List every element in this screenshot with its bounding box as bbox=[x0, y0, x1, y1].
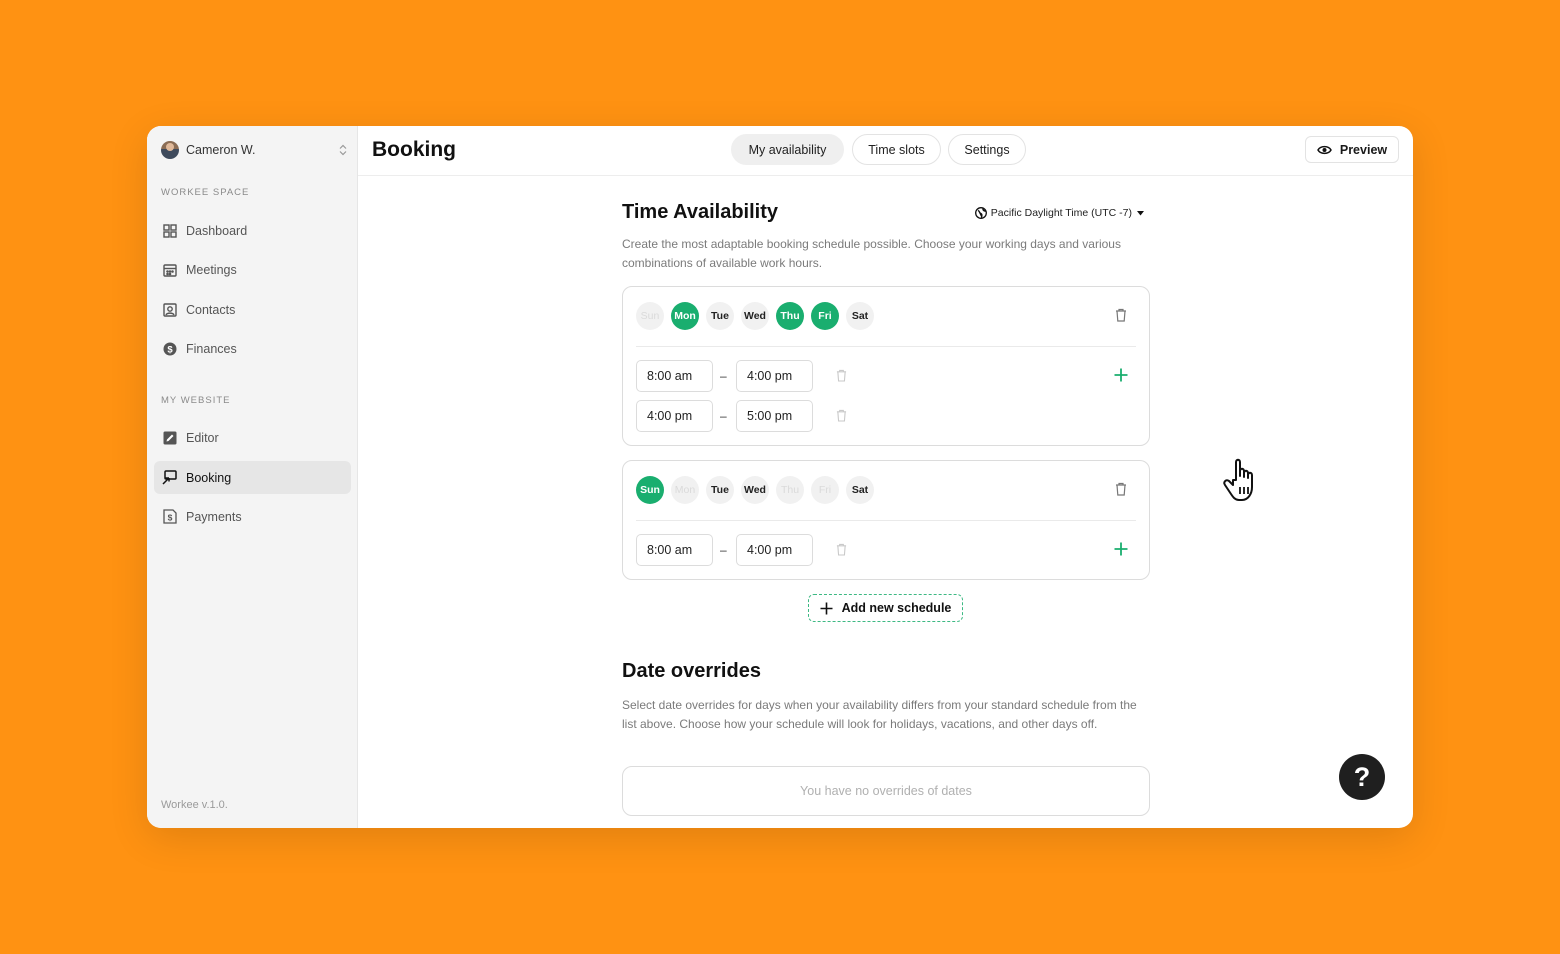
schedule-card: Sun Mon Tue Wed Thu Fri Sat 8:00 am – 4:… bbox=[622, 286, 1150, 446]
top-header: Booking My availability Time slots Setti… bbox=[358, 126, 1413, 176]
end-time-input[interactable]: 4:00 pm bbox=[736, 360, 813, 392]
sidebar-item-label: Meetings bbox=[186, 262, 237, 277]
day-toggle-thu[interactable]: Thu bbox=[776, 476, 804, 504]
tab-settings[interactable]: Settings bbox=[948, 134, 1026, 165]
add-range-plus-icon[interactable] bbox=[1114, 368, 1128, 387]
sidebar-item-label: Editor bbox=[186, 430, 219, 445]
end-time-input[interactable]: 4:00 pm bbox=[736, 534, 813, 566]
day-toggle-sat[interactable]: Sat bbox=[846, 302, 874, 330]
date-overrides-description: Select date overrides for days when your… bbox=[622, 698, 1137, 731]
booking-icon bbox=[162, 470, 177, 485]
hand-pointer-cursor-icon bbox=[1222, 456, 1266, 509]
sidebar-item-label: Contacts bbox=[186, 302, 236, 317]
section-label-my-website: MY WEBSITE bbox=[161, 395, 231, 406]
plus-icon bbox=[820, 602, 833, 615]
start-time-input[interactable]: 4:00 pm bbox=[636, 400, 713, 432]
card-divider bbox=[636, 520, 1136, 521]
contact-icon bbox=[162, 302, 177, 317]
globe-icon bbox=[974, 207, 987, 219]
svg-text:$: $ bbox=[167, 344, 173, 355]
sidebar-item-payments[interactable]: $ Payments bbox=[154, 500, 351, 533]
range-separator: – bbox=[720, 409, 727, 423]
caret-down-icon bbox=[1137, 210, 1144, 215]
tab-my-availability[interactable]: My availability bbox=[731, 134, 844, 165]
sidebar-item-label: Finances bbox=[186, 341, 237, 356]
help-button[interactable]: ? bbox=[1339, 754, 1385, 800]
preview-label: Preview bbox=[1339, 142, 1388, 157]
delete-schedule-trash-icon[interactable] bbox=[1115, 308, 1127, 327]
add-range-plus-icon[interactable] bbox=[1114, 542, 1128, 561]
sidebar-item-finances[interactable]: $ Finances bbox=[154, 332, 351, 365]
day-toggle-fri[interactable]: Fri bbox=[811, 476, 839, 504]
sidebar-item-dashboard[interactable]: Dashboard bbox=[154, 214, 351, 247]
schedule-card: Sun Mon Tue Wed Thu Fri Sat 8:00 am – 4:… bbox=[622, 460, 1150, 580]
weekday-selector: Sun Mon Tue Wed Thu Fri Sat bbox=[636, 476, 881, 504]
add-new-schedule-label: Add new schedule bbox=[841, 601, 952, 615]
tab-time-slots[interactable]: Time slots bbox=[852, 134, 941, 165]
account-switcher[interactable]: Cameron W. bbox=[161, 136, 347, 164]
delete-range-trash-icon[interactable] bbox=[836, 543, 847, 561]
timezone-label: Pacific Daylight Time (UTC -7) bbox=[990, 207, 1132, 219]
day-toggle-fri[interactable]: Fri bbox=[811, 302, 839, 330]
svg-text:$: $ bbox=[167, 513, 172, 523]
avatar bbox=[161, 141, 179, 159]
end-time-input[interactable]: 5:00 pm bbox=[736, 400, 813, 432]
day-toggle-mon[interactable]: Mon bbox=[671, 302, 699, 330]
sidebar-item-contacts[interactable]: Contacts bbox=[154, 293, 351, 326]
day-toggle-wed[interactable]: Wed bbox=[741, 302, 769, 330]
start-time-input[interactable]: 8:00 am bbox=[636, 360, 713, 392]
day-toggle-mon[interactable]: Mon bbox=[671, 476, 699, 504]
sidebar-item-editor[interactable]: Editor bbox=[154, 421, 351, 454]
sidebar-item-label: Booking bbox=[186, 470, 232, 485]
day-toggle-sat[interactable]: Sat bbox=[846, 476, 874, 504]
delete-schedule-trash-icon[interactable] bbox=[1115, 482, 1127, 501]
calendar-icon bbox=[162, 262, 177, 277]
account-name: Cameron W. bbox=[186, 143, 256, 157]
payments-icon: $ bbox=[162, 509, 177, 524]
dollar-icon: $ bbox=[162, 341, 177, 356]
day-toggle-sun[interactable]: Sun bbox=[636, 302, 664, 330]
day-toggle-tue[interactable]: Tue bbox=[706, 476, 734, 504]
preview-button[interactable]: Preview bbox=[1305, 136, 1399, 163]
eye-icon bbox=[1317, 145, 1332, 154]
delete-range-trash-icon[interactable] bbox=[836, 409, 847, 427]
day-toggle-sun[interactable]: Sun bbox=[636, 476, 664, 504]
delete-range-trash-icon[interactable] bbox=[836, 369, 847, 387]
day-toggle-wed[interactable]: Wed bbox=[741, 476, 769, 504]
sidebar-item-meetings[interactable]: Meetings bbox=[154, 253, 351, 286]
sidebar-item-label: Dashboard bbox=[186, 223, 248, 238]
chevron-updown-icon bbox=[339, 144, 347, 157]
range-separator: – bbox=[720, 369, 727, 383]
weekday-selector: Sun Mon Tue Wed Thu Fri Sat bbox=[636, 302, 881, 330]
sidebar-item-booking[interactable]: Booking bbox=[154, 461, 351, 494]
dashboard-icon bbox=[162, 223, 177, 238]
timezone-select[interactable]: Pacific Daylight Time (UTC -7) bbox=[974, 207, 1144, 219]
app-version: Workee v.1.0. bbox=[161, 799, 228, 811]
app-window: Cameron W. WORKEE SPACE Dashboard Meetin… bbox=[147, 126, 1413, 828]
day-toggle-thu[interactable]: Thu bbox=[776, 302, 804, 330]
availability-description: Create the most adaptable booking schedu… bbox=[622, 237, 1121, 270]
range-separator: – bbox=[720, 543, 727, 557]
sidebar: Cameron W. WORKEE SPACE Dashboard Meetin… bbox=[147, 126, 358, 828]
date-overrides-title: Date overrides bbox=[622, 660, 761, 682]
section-label-workee-space: WORKEE SPACE bbox=[161, 187, 250, 198]
sidebar-item-label: Payments bbox=[186, 509, 242, 524]
availability-title: Time Availability bbox=[622, 201, 778, 223]
day-toggle-tue[interactable]: Tue bbox=[706, 302, 734, 330]
page-title: Booking bbox=[372, 138, 456, 161]
start-time-input[interactable]: 8:00 am bbox=[636, 534, 713, 566]
add-new-schedule-button[interactable]: Add new schedule bbox=[808, 594, 963, 622]
edit-icon bbox=[162, 430, 177, 445]
overrides-empty-state: You have no overrides of dates bbox=[622, 766, 1150, 816]
card-divider bbox=[636, 346, 1136, 347]
